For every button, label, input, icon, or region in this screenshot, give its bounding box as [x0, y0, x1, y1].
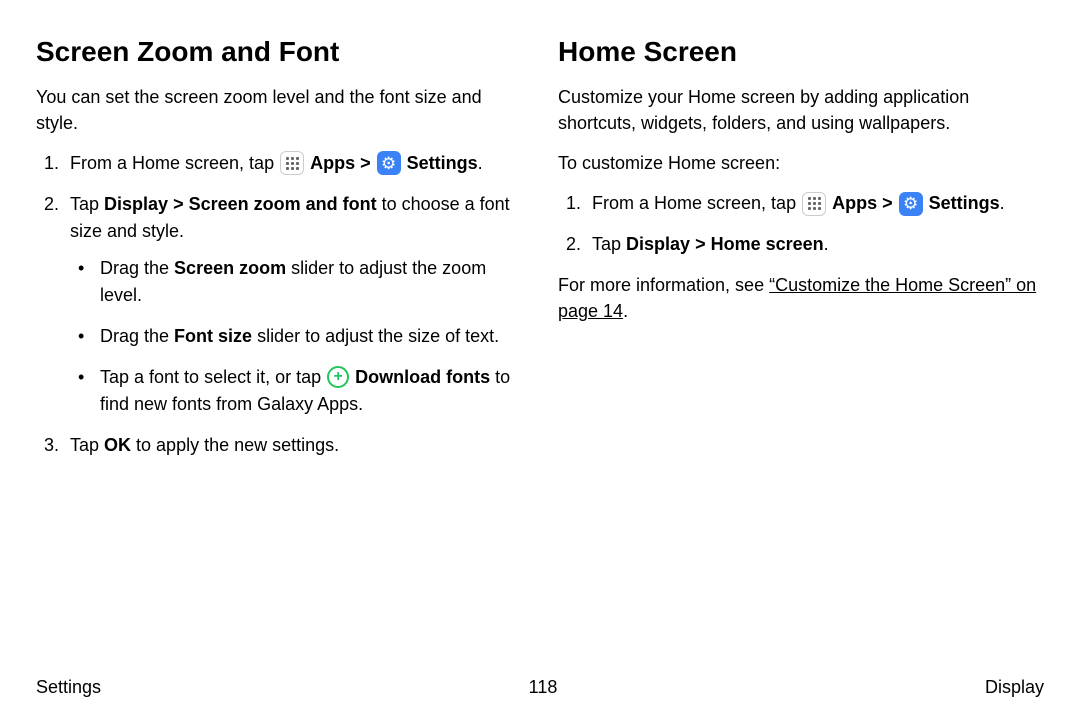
text: .	[623, 301, 628, 321]
footer-page-number: 118	[529, 677, 558, 698]
step-3-left: Tap OK to apply the new settings.	[36, 432, 522, 459]
text: slider to adjust the size of text.	[252, 326, 499, 346]
settings-label: Settings	[929, 193, 1000, 213]
settings-label: Settings	[407, 153, 478, 173]
heading-screen-zoom-font: Screen Zoom and Font	[36, 36, 522, 68]
apps-icon	[802, 192, 826, 216]
apps-icon	[280, 151, 304, 175]
bullet-font-size: Drag the Font size slider to adjust the …	[70, 323, 522, 350]
left-column: Screen Zoom and Font You can set the scr…	[36, 36, 522, 473]
text: Font size	[174, 326, 252, 346]
apps-label: Apps	[310, 153, 355, 173]
right-column: Home Screen Customize your Home screen b…	[558, 36, 1044, 473]
text: to apply the new settings.	[131, 435, 339, 455]
footer-right: Display	[985, 677, 1044, 698]
bullet-download-fonts: Tap a font to select it, or tap + Downlo…	[70, 364, 522, 418]
text: >	[168, 194, 189, 214]
settings-icon: ⚙	[377, 151, 401, 175]
step-1-left: From a Home screen, tap Apps > ⚙ Setting…	[36, 150, 522, 177]
text: .	[1000, 193, 1005, 213]
sub-bullets: Drag the Screen zoom slider to adjust th…	[70, 255, 522, 418]
text: Drag the	[100, 326, 174, 346]
text: Download fonts	[355, 367, 490, 387]
text: Tap a font to select it, or tap	[100, 367, 326, 387]
footer-left: Settings	[36, 677, 101, 698]
text: Display	[104, 194, 168, 214]
text: From a Home screen, tap	[592, 193, 801, 213]
steps-list-right: From a Home screen, tap Apps > ⚙ Setting…	[558, 190, 1044, 258]
text: Tap	[592, 234, 626, 254]
intro-text: You can set the screen zoom level and th…	[36, 84, 522, 136]
settings-icon: ⚙	[899, 192, 923, 216]
step-2-left: Tap Display > Screen zoom and font to ch…	[36, 191, 522, 418]
text: .	[478, 153, 483, 173]
to-customize-text: To customize Home screen:	[558, 150, 1044, 176]
chevron: >	[360, 153, 371, 173]
text: Home screen	[711, 234, 824, 254]
text: .	[824, 234, 829, 254]
more-info-text: For more information, see “Customize the…	[558, 272, 1044, 324]
text: From a Home screen, tap	[70, 153, 279, 173]
chevron: >	[882, 193, 893, 213]
plus-icon: +	[327, 366, 349, 388]
text: Tap	[70, 435, 104, 455]
text: OK	[104, 435, 131, 455]
page-body: Screen Zoom and Font You can set the scr…	[0, 0, 1080, 473]
text: >	[690, 234, 711, 254]
heading-home-screen: Home Screen	[558, 36, 1044, 68]
bullet-screen-zoom: Drag the Screen zoom slider to adjust th…	[70, 255, 522, 309]
page-footer: Settings 118 Display	[36, 677, 1044, 698]
step-2-right: Tap Display > Home screen.	[558, 231, 1044, 258]
apps-label: Apps	[832, 193, 877, 213]
text: For more information, see	[558, 275, 769, 295]
step-1-right: From a Home screen, tap Apps > ⚙ Setting…	[558, 190, 1044, 217]
steps-list-left: From a Home screen, tap Apps > ⚙ Setting…	[36, 150, 522, 459]
text: Screen zoom	[174, 258, 286, 278]
intro-text-right: Customize your Home screen by adding app…	[558, 84, 1044, 136]
text: Screen zoom and font	[189, 194, 377, 214]
text: Tap	[70, 194, 104, 214]
text: Display	[626, 234, 690, 254]
text: Drag the	[100, 258, 174, 278]
